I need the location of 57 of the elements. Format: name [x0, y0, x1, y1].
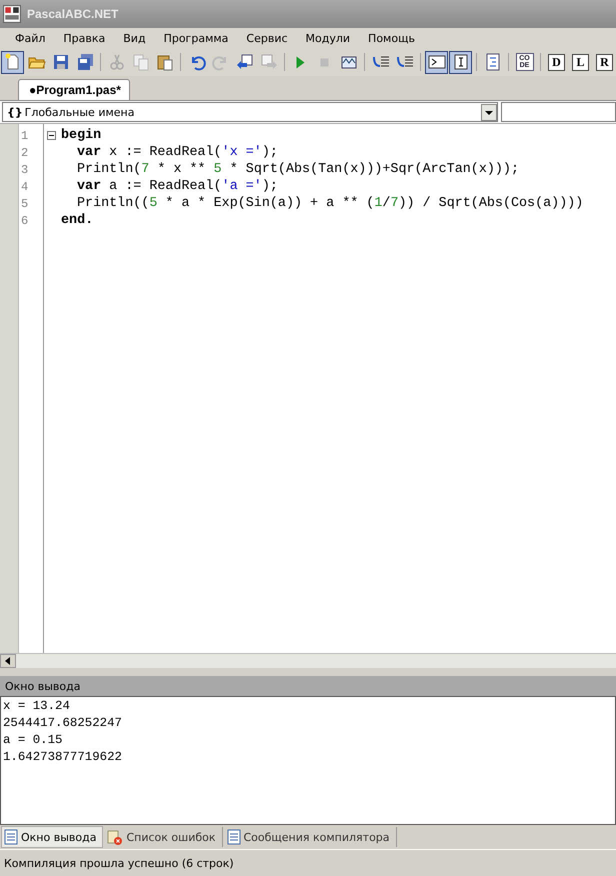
panel-tab[interactable]: Сообщения компилятора	[224, 827, 397, 847]
namespace-icon: {}	[7, 106, 23, 118]
panel-tab[interactable]: Окно вывода	[1, 826, 104, 848]
toolbar-icon	[132, 53, 150, 71]
toolbar-icon	[428, 53, 446, 71]
menu-item[interactable]: Помощь	[359, 32, 424, 44]
horizontal-scrollbar[interactable]	[0, 653, 616, 668]
app-icon	[3, 5, 21, 23]
line-number: 2	[20, 146, 30, 160]
toolbar-button[interactable]	[425, 50, 448, 74]
member-dropdown[interactable]	[501, 102, 616, 122]
toolbar-icon	[452, 53, 470, 71]
line-number: 5	[20, 196, 30, 210]
output-line: x = 13.24	[2, 699, 71, 715]
code-line: Println((5 * a * Exp(Sin(a)) + a ** (1/7)) / Sqrt(Abs(Cos(a))))	[76, 196, 584, 211]
toolbar-icon	[236, 53, 254, 71]
stop-icon	[320, 58, 329, 66]
menu-item[interactable]: Вид	[114, 32, 155, 44]
toolbar-button[interactable]	[1, 50, 24, 74]
code-line: var x := ReadReal('x =');	[76, 145, 278, 160]
floppy-icon	[52, 53, 70, 71]
error-list-icon	[107, 829, 124, 845]
code-line: var a := ReadReal('a =');	[76, 179, 278, 194]
scissors-icon	[108, 53, 126, 71]
menu-item[interactable]: Сервис	[237, 32, 297, 44]
document-icon	[226, 829, 240, 845]
document-icon	[4, 829, 18, 845]
floppy-icon	[76, 53, 94, 71]
toolbar-icon	[156, 53, 174, 71]
code-line: Println(7 * x ** 5 * Sqrt(Abs(Tan(x)))+Sqr(ArcTan(x)));	[76, 162, 520, 177]
toolbar-button[interactable]	[449, 50, 472, 74]
code-line: begin	[61, 128, 102, 143]
toolbar-icon	[484, 53, 502, 71]
play-icon	[296, 56, 305, 68]
line-number: 6	[20, 214, 30, 228]
panel-tab[interactable]: Список ошибок	[105, 827, 222, 847]
panel-title: Окно вывода	[5, 680, 80, 692]
status-text: Компиляция прошла успешно (6 строк)	[4, 856, 234, 870]
toolbar-icon	[260, 53, 278, 71]
file-tab[interactable]: ●Program1.pas*	[18, 79, 130, 100]
output-line: 1.64273877719622	[2, 750, 123, 766]
line-number: 4	[20, 180, 30, 194]
menu-item[interactable]: Файл	[6, 32, 54, 44]
scope-dropdown[interactable]: {} Глобальные имена	[2, 102, 498, 122]
code-editor[interactable]: 1 begin 2 var x := ReadReal('x ='); 3 Println(7 * x ** 5 * Sqrt(Abs(Tan(x)))+Sqr(ArcTan(x))); 4 var a := ReadReal('a ='); 5 Println((5 * a * Exp(Sin(a)) + a ** (1/7)) / Sqrt(Abs(Cos(a)))) 6 end.	[0, 124, 616, 653]
page-icon	[4, 53, 22, 71]
window-title: PascalABC.NET	[27, 7, 118, 21]
menu-item[interactable]: Программа	[154, 32, 238, 44]
line-number: 3	[20, 162, 30, 176]
output-line: 2544417.68252247	[2, 716, 123, 732]
collapse-icon	[46, 131, 56, 140]
menu-item[interactable]: Модули	[296, 32, 360, 44]
scroll-left-icon	[5, 657, 11, 665]
line-number: 1	[20, 128, 30, 142]
code-line: end.	[61, 213, 94, 228]
menu-item[interactable]: Правка	[54, 32, 114, 44]
output-line: a = 0.15	[2, 733, 64, 749]
